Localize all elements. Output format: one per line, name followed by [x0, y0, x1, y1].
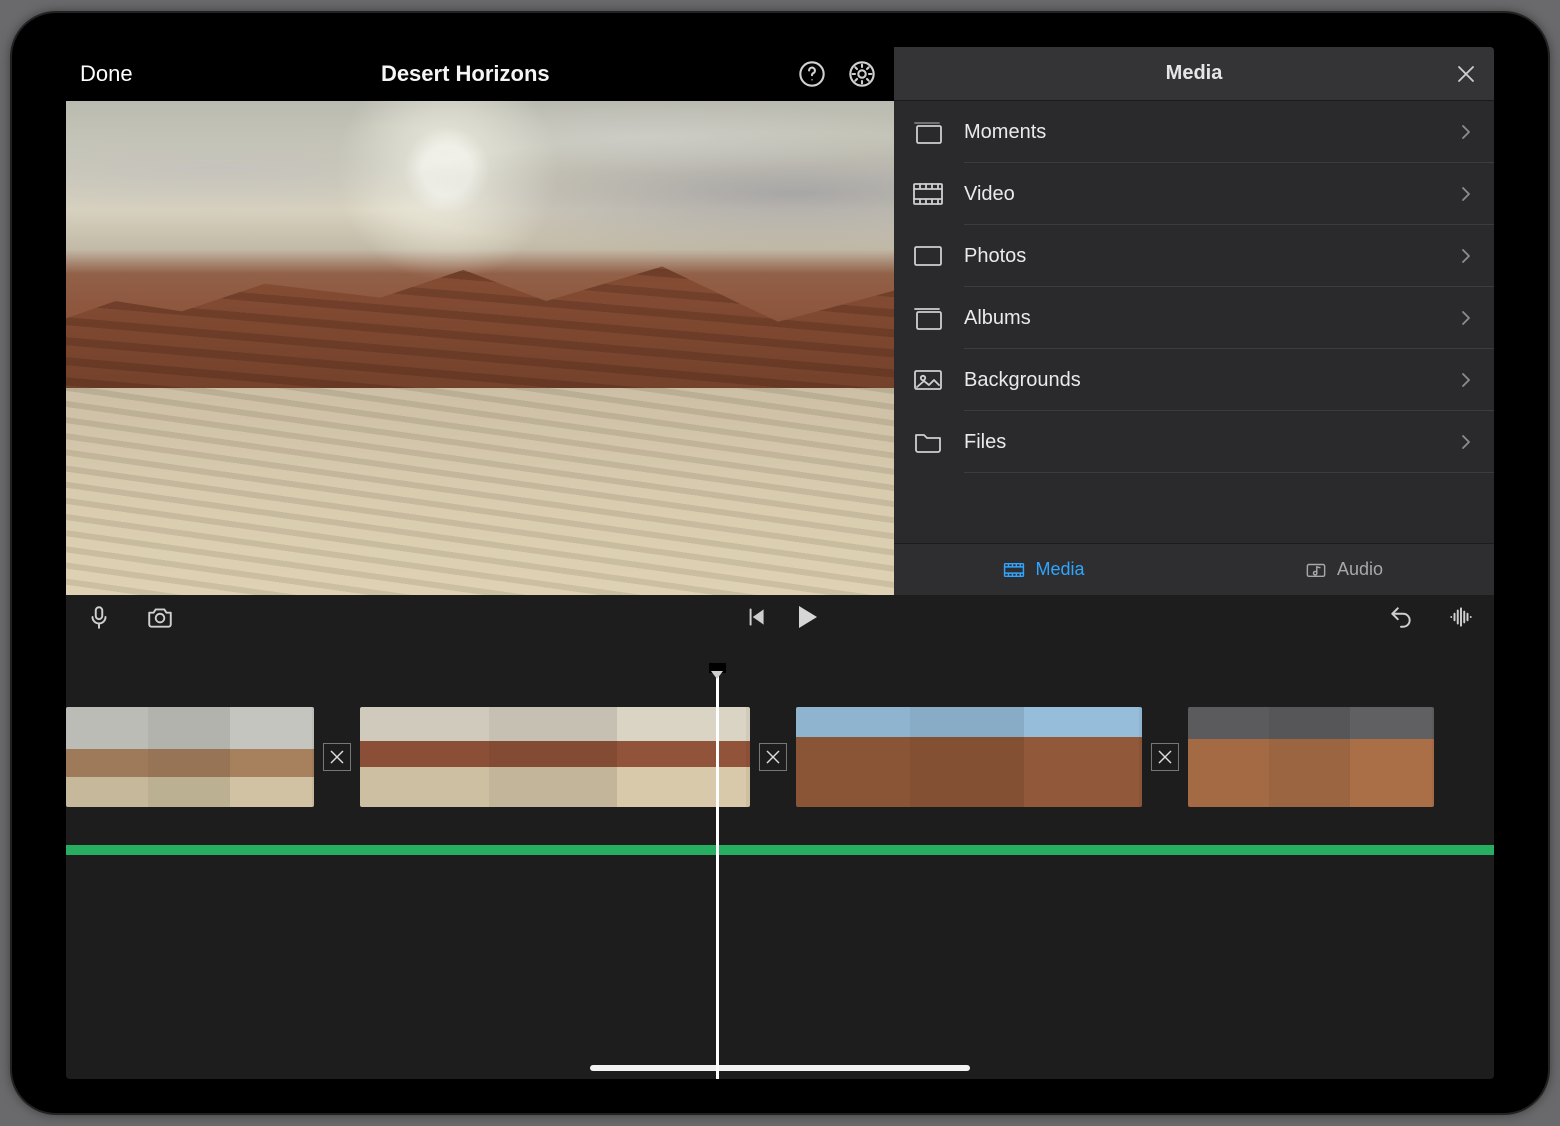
timeline-clip[interactable] — [360, 707, 750, 807]
app-screen: Done Desert Horizons — [66, 47, 1494, 1079]
viewer-column: Done Desert Horizons — [66, 47, 894, 595]
skip-back-icon[interactable] — [743, 604, 769, 630]
titlebar-icons — [798, 60, 876, 88]
audio-clip[interactable] — [66, 845, 1494, 855]
chevron-right-icon — [1460, 124, 1472, 140]
tab-media-label: Media — [1035, 559, 1084, 580]
media-item-label: Albums — [964, 307, 1440, 330]
media-item-label: Files — [964, 431, 1440, 454]
camera-icon[interactable] — [146, 603, 174, 631]
audio-waveform-icon[interactable] — [1448, 604, 1474, 630]
media-tabs: Media Audio — [894, 543, 1494, 595]
video-icon — [912, 181, 944, 207]
timeline[interactable] — [66, 669, 1494, 1079]
tab-audio-label: Audio — [1337, 559, 1383, 580]
preview-foreground — [66, 388, 894, 595]
chevron-right-icon — [1460, 186, 1472, 202]
tab-media[interactable]: Media — [894, 544, 1194, 595]
playhead[interactable] — [716, 669, 719, 1079]
project-title: Desert Horizons — [133, 61, 798, 87]
media-item-video[interactable]: Video — [894, 163, 1494, 225]
media-panel-title: Media — [1166, 62, 1223, 85]
preview-sky — [66, 101, 894, 269]
timeline-toolbar — [66, 595, 1494, 639]
play-icon[interactable] — [799, 606, 817, 628]
transition-button[interactable] — [323, 743, 351, 771]
undo-icon[interactable] — [1388, 604, 1414, 630]
media-item-photos[interactable]: Photos — [894, 225, 1494, 287]
media-item-label: Photos — [964, 245, 1440, 268]
done-button[interactable]: Done — [80, 61, 133, 87]
audio-track[interactable] — [66, 845, 1494, 855]
chevron-right-icon — [1460, 434, 1472, 450]
media-item-backgrounds[interactable]: Backgrounds — [894, 349, 1494, 411]
albums-icon — [912, 305, 944, 331]
close-icon[interactable] — [1454, 62, 1478, 86]
media-item-albums[interactable]: Albums — [894, 287, 1494, 349]
files-icon — [912, 429, 944, 455]
media-item-moments[interactable]: Moments — [894, 101, 1494, 163]
chevron-right-icon — [1460, 248, 1472, 264]
photos-icon — [912, 243, 944, 269]
video-preview[interactable] — [66, 101, 894, 595]
media-panel-header: Media — [894, 47, 1494, 101]
tablet-frame: Done Desert Horizons — [12, 13, 1548, 1113]
transition-button[interactable] — [1151, 743, 1179, 771]
playback-controls — [743, 604, 817, 630]
media-list: Moments Video Photos — [894, 101, 1494, 543]
chevron-right-icon — [1460, 310, 1472, 326]
title-bar: Done Desert Horizons — [66, 47, 894, 101]
timeline-clip[interactable] — [66, 707, 314, 807]
timeline-area — [66, 595, 1494, 1079]
transition-button[interactable] — [759, 743, 787, 771]
media-item-label: Moments — [964, 121, 1440, 144]
help-icon[interactable] — [798, 60, 826, 88]
timeline-clip[interactable] — [1188, 707, 1434, 807]
timeline-clip[interactable] — [796, 707, 1142, 807]
home-indicator[interactable] — [590, 1065, 970, 1071]
chevron-right-icon — [1460, 372, 1472, 388]
media-panel: Media Moments — [894, 47, 1494, 595]
microphone-icon[interactable] — [86, 604, 112, 630]
tab-audio[interactable]: Audio — [1194, 544, 1494, 595]
upper-pane: Done Desert Horizons — [66, 47, 1494, 595]
settings-gear-icon[interactable] — [848, 60, 876, 88]
backgrounds-icon — [912, 367, 944, 393]
media-item-label: Video — [964, 183, 1440, 206]
moments-icon — [912, 119, 944, 145]
media-item-files[interactable]: Files — [894, 411, 1494, 473]
media-item-label: Backgrounds — [964, 369, 1440, 392]
